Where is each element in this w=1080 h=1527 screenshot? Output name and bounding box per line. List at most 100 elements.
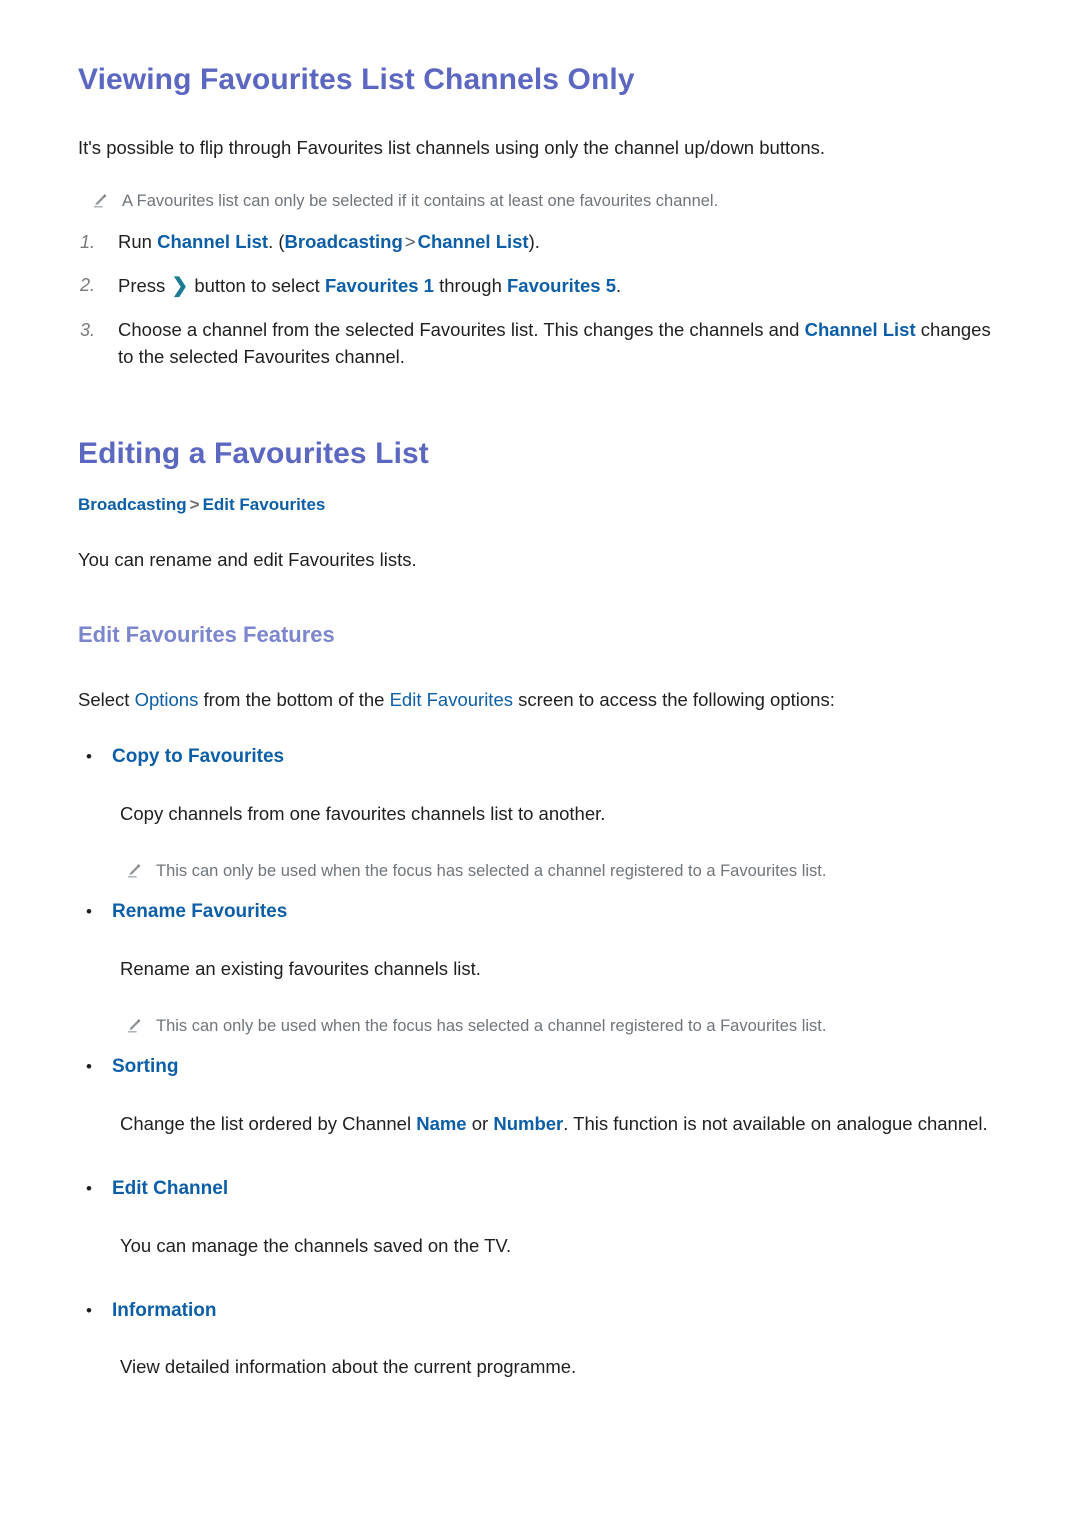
chevron-right-icon: ❯ xyxy=(171,274,189,297)
option-label[interactable]: Edit Channel xyxy=(112,1178,228,1200)
option-description: View detailed information about the curr… xyxy=(70,1354,1010,1381)
list-item-information[interactable]: • Information xyxy=(70,1300,1010,1322)
option-description-part: . This function is not available on anal… xyxy=(563,1112,988,1134)
page-title-editing-favourites: Editing a Favourites List xyxy=(78,437,429,471)
numbered-step-list: 1. Run Channel List. (Broadcasting > Chann… xyxy=(70,229,1010,370)
note-favourites-selection: A Favourites list can only be selected i… xyxy=(70,190,1010,213)
breadcrumb-item-broadcasting[interactable]: Broadcasting xyxy=(78,495,187,514)
link-channel-list-3[interactable]: Channel List xyxy=(805,319,916,340)
bullet-icon: • xyxy=(86,902,92,922)
link-favourites-1[interactable]: Favourites 1 xyxy=(325,275,434,296)
link-edit-favourites[interactable]: Edit Favourites xyxy=(390,689,513,710)
note-rename-favourites: This can only be used when the focus has… xyxy=(70,1015,1010,1038)
document-page: Viewing Favourites List Channels Only It… xyxy=(0,0,1080,1527)
step-text: Choose a channel from the selected Favou… xyxy=(118,317,1010,371)
link-number[interactable]: Number xyxy=(493,1113,563,1134)
option-description: Copy channels from one favourites channe… xyxy=(70,801,1010,828)
subheading-edit-favourites-features: Edit Favourites Features xyxy=(78,622,335,648)
step-text-part: Press xyxy=(118,274,171,296)
step-number: 2. xyxy=(80,274,96,295)
step-number: 1. xyxy=(80,231,96,252)
option-description-part: View detailed information about the curr… xyxy=(120,1356,577,1378)
note-text: This can only be used when the focus has… xyxy=(156,1017,827,1036)
option-description-part: Change the list ordered by Channel xyxy=(120,1112,417,1134)
list-item-copy-to-favourites[interactable]: • Copy to Favourites xyxy=(70,746,1010,768)
pencil-icon xyxy=(120,861,144,883)
option-label[interactable]: Sorting xyxy=(112,1056,179,1078)
pencil-icon xyxy=(120,1016,144,1038)
list-item-sorting[interactable]: • Sorting xyxy=(70,1056,1010,1078)
step-text-part: . ( xyxy=(268,230,285,252)
list-item-edit-channel[interactable]: • Edit Channel xyxy=(70,1178,1010,1200)
intro-paragraph-section1: It's possible to flip through Favourites… xyxy=(78,136,826,158)
option-label[interactable]: Rename Favourites xyxy=(112,901,287,923)
step-text-part: ). xyxy=(528,230,540,252)
link-options[interactable]: Options xyxy=(135,689,199,710)
option-description-part: or xyxy=(466,1112,494,1134)
link-broadcasting[interactable]: Broadcasting xyxy=(285,231,403,252)
chevron-right-icon: > xyxy=(189,495,200,515)
option-description-part: Copy channels from one favourites channe… xyxy=(120,802,606,824)
option-description-part: You can manage the channels saved on the… xyxy=(120,1234,512,1256)
list-item-step-2: 2. Press ❯ button to select Favourites 1… xyxy=(78,272,1010,301)
step-text-part: . xyxy=(616,274,622,296)
link-name[interactable]: Name xyxy=(416,1113,466,1134)
bullet-icon: • xyxy=(86,1057,92,1077)
option-label[interactable]: Information xyxy=(112,1300,217,1322)
step-text-part: button to select xyxy=(189,274,325,296)
page-title-viewing-favourites: Viewing Favourites List Channels Only xyxy=(78,63,635,96)
link-favourites-5[interactable]: Favourites 5 xyxy=(507,275,616,296)
lead-text-part: Select xyxy=(78,689,135,711)
note-copy-to-favourites: This can only be used when the focus has… xyxy=(70,860,1010,883)
option-description: Change the list ordered by Channel Name … xyxy=(70,1111,1010,1138)
step-text: Run Channel List. (Broadcasting > Channel … xyxy=(118,229,1010,256)
bullet-icon: • xyxy=(86,747,92,767)
list-item-step-1: 1. Run Channel List. (Broadcasting > Chann… xyxy=(78,229,1010,256)
intro-paragraph-section2: You can rename and edit Favourites lists… xyxy=(78,548,417,570)
link-channel-list-2[interactable]: Channel List xyxy=(418,231,529,252)
step-text-part: Choose a channel from the selected Favou… xyxy=(118,318,805,340)
breadcrumb: Broadcasting > Edit Favourites xyxy=(70,494,1010,516)
step-text-part: Run xyxy=(118,230,158,252)
option-label[interactable]: Copy to Favourites xyxy=(112,746,284,768)
pencil-icon xyxy=(86,191,110,213)
bullet-icon: • xyxy=(86,1300,92,1320)
option-description: You can manage the channels saved on the… xyxy=(70,1233,1010,1260)
list-item-step-3: 3. Choose a channel from the selected Fa… xyxy=(78,317,1010,371)
option-description: Rename an existing favourites channels l… xyxy=(70,956,1010,983)
list-item-rename-favourites[interactable]: • Rename Favourites xyxy=(70,901,1010,923)
note-text: This can only be used when the focus has… xyxy=(156,862,827,881)
lead-text-part: screen to access the following options: xyxy=(512,689,835,711)
link-channel-list[interactable]: Channel List xyxy=(157,231,268,252)
breadcrumb-separator-icon: > xyxy=(404,230,416,252)
lead-paragraph-options: Select Options from the bottom of the Ed… xyxy=(70,687,1010,714)
step-text: Press ❯ button to select Favourites 1 th… xyxy=(118,272,1010,301)
breadcrumb-item-edit-favourites[interactable]: Edit Favourites xyxy=(203,495,326,514)
bullet-icon: • xyxy=(86,1179,92,1199)
step-number: 3. xyxy=(80,319,96,340)
option-description-part: Rename an existing favourites channels l… xyxy=(120,957,481,979)
step-text-part: through xyxy=(433,274,507,296)
lead-text-part: from the bottom of the xyxy=(198,689,390,711)
